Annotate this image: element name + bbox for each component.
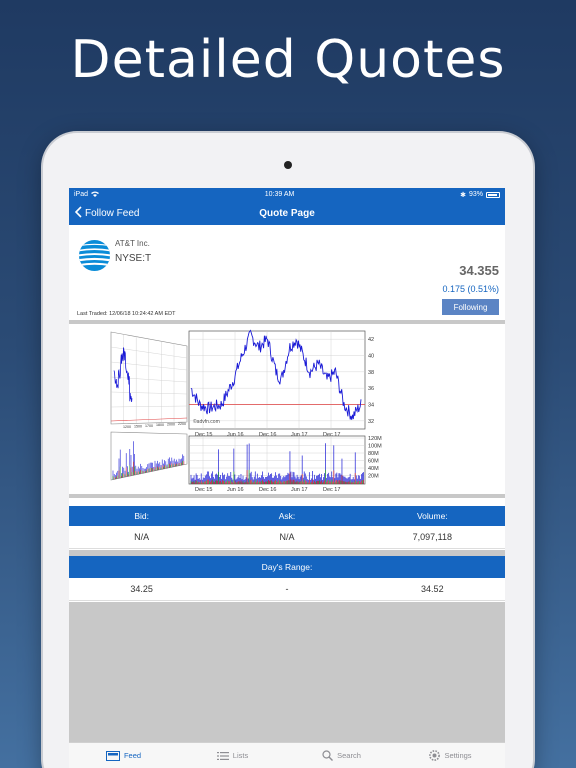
day-range-dash: -	[285, 584, 289, 594]
price-tick-label: 34	[368, 403, 374, 409]
mini-tick-label: 2200	[178, 422, 186, 426]
ask-value: N/A	[279, 532, 295, 542]
volume-tick-label: 100M	[368, 444, 382, 450]
volume-tick-label: 40M	[368, 466, 379, 472]
following-button[interactable]: Following	[442, 299, 499, 315]
date-tick-label: Jun 17	[291, 487, 308, 493]
back-button[interactable]: Follow Feed	[74, 201, 140, 225]
date-tick-label: Jun 16	[227, 487, 244, 493]
tab-search-label: Search	[337, 751, 361, 760]
day-range-header: Day's Range:	[69, 556, 505, 578]
stats-row: N/A N/A 7,097,118	[69, 526, 505, 549]
date-tick-label: Dec 15	[195, 487, 212, 493]
tab-bar: Feed Lists Search Settings	[69, 742, 505, 768]
price-tick-label: 36	[368, 386, 374, 392]
device-label: iPad	[74, 191, 89, 198]
date-tick-label: Dec 17	[323, 487, 340, 493]
quote-card: AT&T Inc. NYSE:T 34.355 0.175 (0.51%) Fo…	[69, 225, 505, 324]
price-tick-label: 32	[368, 419, 374, 425]
battery-icon	[485, 191, 500, 198]
price-chart[interactable]: 1200 1500 1700 1800 2000 2200 42 40 38 36 34 32 ©a…	[69, 328, 505, 498]
tab-lists[interactable]: Lists	[178, 743, 287, 768]
volume-tick-label: 20M	[368, 474, 379, 480]
day-range-low: 34.25	[130, 584, 153, 594]
volume-tick-label: 60M	[368, 459, 379, 465]
search-icon	[322, 750, 334, 761]
tab-settings[interactable]: Settings	[396, 743, 505, 768]
last-price: 34.355	[459, 263, 499, 278]
bluetooth-icon: ✱	[460, 191, 466, 199]
mini-tick-label: 1200	[123, 425, 131, 429]
tab-feed-label: Feed	[123, 751, 142, 760]
nav-bar: Follow Feed Quote Page	[69, 201, 505, 225]
att-logo-icon	[78, 239, 111, 272]
app-screen: iPad 10:39 AM ✱ 93% Follow Feed Quote Pa…	[69, 188, 505, 768]
bid-value: N/A	[134, 532, 150, 542]
wifi-icon	[91, 191, 100, 199]
company-name: AT&T Inc.	[115, 239, 150, 248]
price-change: 0.175 (0.51%)	[442, 284, 499, 294]
tab-lists-label: Lists	[232, 751, 249, 760]
battery-percent: 93%	[468, 191, 483, 198]
price-tick-label: 40	[368, 354, 374, 360]
chevron-left-icon	[74, 205, 82, 221]
last-traded: Last Traded: 12/06/18 10:24:42 AM EDT	[77, 311, 176, 317]
day-range-high: 34.52	[421, 584, 444, 594]
price-tick-label: 38	[368, 370, 374, 376]
headline: Detailed Quotes	[70, 30, 506, 90]
page-title: Quote Page	[259, 207, 315, 219]
price-tick-label: 42	[368, 337, 374, 343]
volume-tick-label: 120M	[368, 436, 382, 442]
ticker-symbol: NYSE:T	[115, 253, 152, 264]
mini-tick-label: 1800	[156, 423, 164, 427]
ask-header: Ask:	[278, 511, 296, 521]
tab-feed[interactable]: Feed	[69, 743, 178, 768]
main-volume-panel: 120M 100M80M 60M40M 20M Dec 15 Jun 16 Dec 16 J…	[188, 435, 382, 493]
gear-icon	[429, 750, 441, 761]
list-icon	[216, 751, 229, 761]
status-bar: iPad 10:39 AM ✱ 93%	[69, 188, 505, 201]
stats-header: Bid: Ask: Volume:	[69, 506, 505, 526]
mini-tick-label: 1500	[134, 424, 142, 428]
main-price-panel: 424038363432 ©advfn.com Dec 15 Jun 16 Dec …	[188, 329, 374, 438]
mini-price-panel: 1200 1500 1700 1800 2000 2200	[110, 331, 188, 429]
feed-icon	[105, 750, 120, 761]
camera	[284, 161, 292, 169]
tab-search[interactable]: Search	[287, 743, 396, 768]
volume-tick-label: 80M	[368, 451, 379, 457]
date-tick-label: Dec 16	[259, 487, 276, 493]
status-time: 10:39 AM	[264, 191, 295, 198]
mini-tick-label: 2000	[167, 423, 175, 427]
chart-watermark: ©advfn.com	[193, 418, 220, 425]
chart-image: 1200 1500 1700 1800 2000 2200 42 40 38 36 34 32 ©a…	[110, 329, 382, 493]
mini-tick-label: 1700	[145, 424, 153, 428]
tab-settings-label: Settings	[444, 751, 472, 760]
bid-header: Bid:	[134, 511, 149, 521]
mini-volume-panel	[110, 431, 188, 481]
volume-value: 7,097,118	[412, 532, 452, 542]
empty-content-area	[69, 602, 505, 742]
volume-header: Volume:	[416, 511, 448, 521]
day-range-row: 34.25 - 34.52	[69, 578, 505, 601]
back-button-label: Follow Feed	[85, 207, 140, 219]
